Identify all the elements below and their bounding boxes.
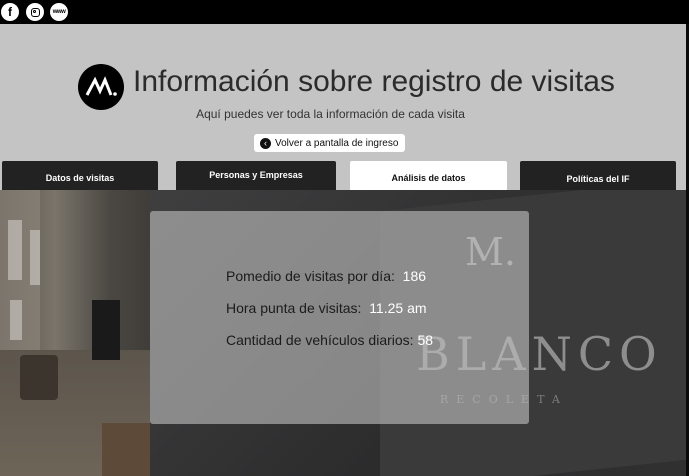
stat-daily-vehicles: Cantidad de vehículos diarios: 58 xyxy=(226,332,433,348)
stat-value: 58 xyxy=(417,332,434,348)
facebook-icon[interactable]: f xyxy=(1,3,19,21)
stat-value: 11.25 am xyxy=(369,300,427,316)
chevron-left-icon: ‹ xyxy=(260,137,271,149)
stat-label: Pomedio de visitas por día: xyxy=(226,268,395,284)
stat-peak-hour: Hora punta de visitas: 11.25 am xyxy=(226,300,427,316)
tab-politicas-del-if[interactable]: Políticas del IF xyxy=(520,161,676,190)
page-title: Información sobre registro de visitas xyxy=(133,65,615,98)
tab-datos-de-visitas[interactable]: Datos de visitas xyxy=(2,161,158,190)
website-icon[interactable]: www xyxy=(50,3,68,21)
tab-label: Políticas del IF xyxy=(566,173,630,184)
stat-label: Hora punta de visitas: xyxy=(226,300,362,316)
tab-label: Personas y Empresas xyxy=(209,170,303,180)
tab-label: Análisis de datos xyxy=(391,172,466,183)
stat-average-visits: Pomedio de visitas por día: 186 xyxy=(226,268,426,284)
tab-personas-y-empresas[interactable]: Personas y Empresas xyxy=(176,161,336,190)
tab-analisis-de-datos[interactable]: Análisis de datos xyxy=(350,161,507,190)
stat-label: Cantidad de vehículos diarios: xyxy=(226,332,414,348)
page-header: Información sobre registro de visitas Aq… xyxy=(0,24,686,190)
back-button-label: Volver a pantalla de ingreso xyxy=(275,137,399,149)
instagram-icon[interactable] xyxy=(26,3,44,21)
back-to-login-button[interactable]: ‹ Volver a pantalla de ingreso xyxy=(254,134,406,152)
tab-label: Datos de visitas xyxy=(45,172,115,183)
page-subtitle: Aquí puedes ver toda la información de c… xyxy=(196,107,465,121)
brand-logo-mark xyxy=(85,76,117,96)
stat-value: 186 xyxy=(402,268,427,284)
social-bar: f www xyxy=(0,0,689,24)
stats-card: Pomedio de visitas por día: 186 Hora pun… xyxy=(150,211,529,424)
brand-logo xyxy=(78,64,124,110)
